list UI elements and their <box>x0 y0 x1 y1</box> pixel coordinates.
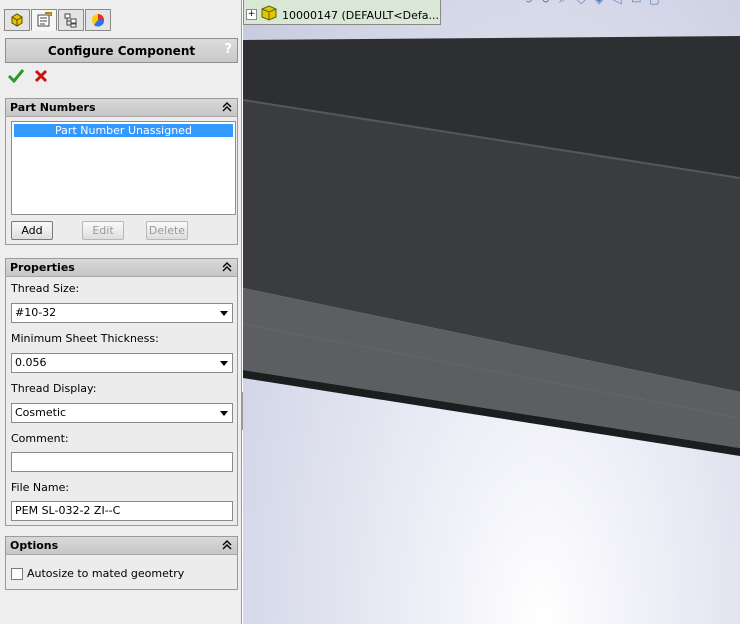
pan-icon[interactable]: ↻ <box>541 0 555 6</box>
chevron-down-icon <box>220 361 228 366</box>
part-numbers-header[interactable]: Part Numbers <box>6 99 237 117</box>
rotate-icon[interactable]: ⟲ <box>523 0 537 6</box>
file-name-field[interactable]: PEM SL-032-2 ZI--C <box>11 501 233 521</box>
page-title: Configure Component <box>47 43 196 58</box>
x-icon <box>34 69 48 83</box>
section-view-icon[interactable]: ◁ <box>613 0 627 6</box>
file-name-label: File Name: <box>11 481 70 494</box>
min-sheet-thickness-value: 0.056 <box>15 356 47 369</box>
cancel-button[interactable] <box>32 67 50 85</box>
min-sheet-thickness-label: Minimum Sheet Thickness: <box>11 332 159 345</box>
property-manager-icon[interactable] <box>31 9 57 31</box>
thread-size-value: #10-32 <box>15 306 57 319</box>
options-group: Options Autosize to mated geometry <box>5 536 238 590</box>
thread-display-value: Cosmetic <box>15 406 67 419</box>
autosize-checkbox[interactable] <box>11 568 23 580</box>
collapse-icon[interactable] <box>221 539 233 551</box>
options-title: Options <box>10 539 59 552</box>
delete-button[interactable]: Delete <box>146 221 188 240</box>
thread-size-label: Thread Size: <box>11 282 80 295</box>
tree-item-label[interactable]: 10000147 (DEFAULT<Defa... <box>282 9 439 22</box>
scene-icon[interactable]: ▢ <box>649 0 663 6</box>
comment-field[interactable] <box>11 452 233 472</box>
graphics-viewport[interactable]: + 10000147 (DEFAULT<Defa... ⟲ ↻ ⌕ ◇ ◈ ◁ … <box>243 0 740 624</box>
list-item[interactable]: Part Number Unassigned <box>14 124 233 137</box>
ok-button[interactable] <box>7 67 25 85</box>
options-header[interactable]: Options <box>6 537 237 555</box>
feature-tree-flyout[interactable]: + 10000147 (DEFAULT<Defa... <box>243 0 441 25</box>
properties-group: Properties Thread Size: #10-32 Minimum S… <box>5 258 238 526</box>
expand-toggle[interactable]: + <box>246 9 257 20</box>
part-numbers-group: Part Numbers Part Number Unassigned Add … <box>5 98 238 245</box>
feature-manager-icon[interactable] <box>4 9 30 31</box>
comment-label: Comment: <box>11 432 69 445</box>
help-button[interactable]: ? <box>224 42 232 57</box>
panel-title-bar: Configure Component ? <box>5 38 238 63</box>
display-manager-icon[interactable] <box>85 9 111 31</box>
properties-title: Properties <box>10 261 75 274</box>
thread-display-label: Thread Display: <box>11 382 97 395</box>
hide-show-icon[interactable]: ▭ <box>631 0 645 6</box>
thread-size-select[interactable]: #10-32 <box>11 303 233 323</box>
collapse-icon[interactable] <box>221 261 233 273</box>
chevron-down-icon <box>220 311 228 316</box>
properties-header[interactable]: Properties <box>6 259 237 277</box>
min-sheet-thickness-select[interactable]: 0.056 <box>11 353 233 373</box>
thread-display-select[interactable]: Cosmetic <box>11 403 233 423</box>
part-numbers-title: Part Numbers <box>10 101 96 114</box>
part-numbers-list[interactable]: Part Number Unassigned <box>11 121 236 215</box>
chevron-down-icon <box>220 411 228 416</box>
display-style-icon[interactable]: ◈ <box>595 0 609 6</box>
collapse-icon[interactable] <box>221 101 233 113</box>
view-orientation-icon[interactable]: ◇ <box>577 0 591 6</box>
property-manager-panel: Configure Component ? Part Numbers Part … <box>0 0 242 624</box>
configuration-manager-icon[interactable] <box>58 9 84 31</box>
edit-button[interactable]: Edit <box>82 221 124 240</box>
part-icon <box>261 5 277 21</box>
autosize-label: Autosize to mated geometry <box>27 567 185 580</box>
add-button[interactable]: Add <box>11 221 53 240</box>
checkmark-icon <box>7 69 25 84</box>
manager-tabs <box>4 9 111 33</box>
3d-model-view <box>243 36 740 456</box>
heads-up-toolbar: ⟲ ↻ ⌕ ◇ ◈ ◁ ▭ ▢ <box>523 0 663 6</box>
zoom-icon[interactable]: ⌕ <box>559 0 573 6</box>
